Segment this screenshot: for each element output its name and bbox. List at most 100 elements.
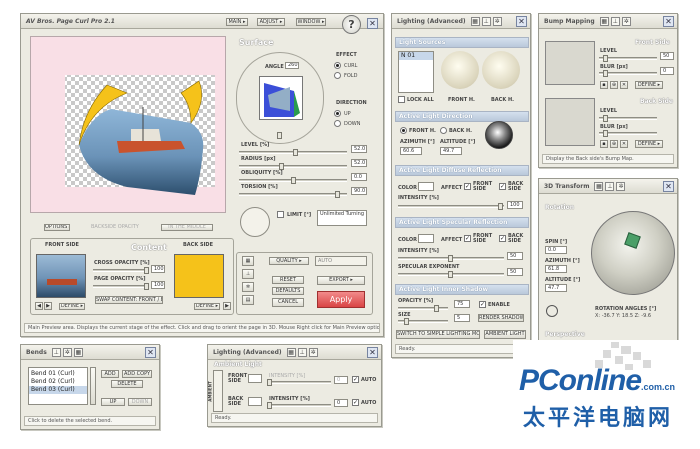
bump-back-blur-slider[interactable]: [599, 130, 657, 137]
transform-close-icon[interactable]: ✕: [663, 181, 674, 192]
bump-front-blur-knob[interactable]: [603, 70, 608, 77]
bump-back-define-button[interactable]: DEFINE ▸: [635, 140, 663, 148]
front-side-thumbnail[interactable]: [36, 254, 86, 298]
ambient-panel-icon-a[interactable]: ▦: [286, 347, 296, 357]
cross-opacity-slider[interactable]: [93, 267, 149, 274]
defaults-button[interactable]: DEFAULTS: [272, 287, 304, 295]
panel-icon-a[interactable]: ▦: [470, 16, 480, 26]
altitude-field[interactable]: 49.7: [440, 147, 462, 155]
ambient-back-swatch[interactable]: [248, 397, 262, 406]
panel-icon-c[interactable]: ✲: [492, 16, 502, 26]
direction-front-radio[interactable]: [400, 127, 407, 134]
page-opacity-slider[interactable]: [93, 283, 149, 290]
bump-front-icon-b[interactable]: ⊕: [610, 81, 618, 89]
ambient-titlebar[interactable]: Lighting (Advanced) ▦ ⊥ ✲: [208, 345, 381, 360]
bump-back-map[interactable]: [545, 98, 595, 146]
bend-item-3[interactable]: Bend 03 (Curl): [29, 386, 87, 394]
bump-front-define-button[interactable]: DEFINE ▸: [635, 81, 663, 89]
swap-content-button[interactable]: SWAP CONTENT: FRONT / BACK: [95, 296, 163, 304]
shadow-size-knob[interactable]: [404, 318, 409, 325]
specular-intensity-knob[interactable]: [448, 255, 453, 262]
bump-front-level-slider[interactable]: [599, 55, 657, 62]
obliquity-slider-knob[interactable]: [291, 177, 296, 184]
radius-field[interactable]: 52.0: [351, 159, 367, 167]
radius-slider-knob[interactable]: [279, 163, 284, 170]
close-icon[interactable]: ✕: [367, 18, 378, 29]
angle-dial-handle[interactable]: [277, 132, 282, 139]
tool-grid-icon[interactable]: ▦: [242, 256, 254, 266]
radius-slider[interactable]: [239, 163, 347, 170]
specular-exponent-field[interactable]: 50: [507, 268, 523, 276]
ambient-front-intensity-slider[interactable]: [267, 379, 331, 386]
light-sources-list[interactable]: N 01: [398, 51, 434, 93]
cross-opacity-knob[interactable]: [144, 267, 149, 274]
front-hemisphere-ball[interactable]: [441, 51, 479, 89]
main-titlebar[interactable]: AV Bros. Page Curl Pro 2.1: [21, 14, 383, 29]
bends-panel-icon-a[interactable]: ⊥: [51, 347, 61, 357]
bump-titlebar[interactable]: Bump Mapping ▦ ⊥ ✲: [539, 14, 677, 29]
bump-front-blur-field[interactable]: 0: [660, 67, 674, 75]
diffuse-intensity-knob[interactable]: [498, 203, 503, 210]
angle-field[interactable]: 260: [285, 62, 299, 69]
direction-down-radio[interactable]: [334, 120, 341, 127]
ambient-panel-icon-c[interactable]: ✲: [308, 347, 318, 357]
level-slider-knob[interactable]: [293, 149, 298, 156]
bends-scrollbar[interactable]: [90, 367, 96, 405]
obliquity-field[interactable]: 0.0: [351, 173, 367, 181]
ambient-front-intensity-knob[interactable]: [267, 379, 272, 386]
transform-azimuth-field[interactable]: 61.8: [545, 265, 567, 273]
shadow-opacity-slider[interactable]: [398, 305, 448, 312]
level-field[interactable]: 52.0: [351, 145, 367, 153]
bump-front-blur-slider[interactable]: [599, 70, 657, 77]
target-icon[interactable]: [546, 305, 558, 317]
effect-curl-radio[interactable]: [334, 62, 341, 69]
menu-adjust[interactable]: ADJUST ▸: [257, 18, 285, 26]
bends-titlebar[interactable]: Bends ⊥ ✲ ▦: [21, 345, 159, 360]
bump-front-icon-c[interactable]: ✕: [620, 81, 628, 89]
bends-list[interactable]: Bend 01 (Curl) Bend 02 (Curl) Bend 03 (C…: [28, 367, 88, 405]
transform-panel-icon-a[interactable]: ▦: [594, 181, 604, 191]
diffuse-color-swatch[interactable]: [418, 182, 434, 191]
specular-color-swatch[interactable]: [418, 234, 434, 243]
rotation-trackball[interactable]: [591, 211, 675, 295]
direction-up-radio[interactable]: [334, 110, 341, 117]
back-next-button[interactable]: ▶: [223, 302, 231, 310]
obliquity-slider[interactable]: [239, 177, 347, 184]
bump-back-icon-a[interactable]: ▪: [600, 140, 608, 148]
switch-simple-mode-button[interactable]: SWITCH TO SIMPLE LIGHTING MODE: [396, 330, 480, 339]
diffuse-intensity-field[interactable]: 100: [507, 201, 523, 209]
ambient-front-auto-checkbox[interactable]: ✓: [352, 376, 359, 383]
cross-opacity-field[interactable]: 100: [151, 265, 165, 273]
torsion-slider[interactable]: [239, 191, 347, 198]
diffuse-front-checkbox[interactable]: ✓: [464, 183, 471, 190]
specular-exponent-slider[interactable]: [398, 271, 504, 278]
bend-item-2[interactable]: Bend 02 (Curl): [29, 378, 87, 386]
back-side-thumbnail[interactable]: [174, 254, 224, 298]
diffuse-back-checkbox[interactable]: ✓: [499, 183, 506, 190]
bump-front-level-field[interactable]: 50: [660, 52, 674, 60]
front-define-button[interactable]: DEFINE ▸: [59, 303, 85, 310]
shadow-size-field[interactable]: 5: [454, 314, 470, 322]
torsion-slider-knob[interactable]: [335, 191, 340, 198]
page-opacity-field[interactable]: 100: [151, 281, 165, 289]
main-preview-area[interactable]: [30, 36, 226, 213]
bend-item-1[interactable]: Bend 01 (Curl): [29, 370, 87, 378]
lighting-titlebar[interactable]: Lighting (Advanced) ▦ ⊥ ✲: [392, 14, 530, 29]
ambient-front-swatch[interactable]: [248, 374, 262, 383]
tool-chart-icon[interactable]: ⊥: [242, 269, 254, 279]
cancel-button[interactable]: CANCEL: [272, 298, 304, 307]
bump-front-icon-a[interactable]: ▪: [600, 81, 608, 89]
bump-front-map[interactable]: [545, 41, 595, 85]
tool-light-icon[interactable]: ✲: [242, 282, 254, 292]
in-the-middle-button[interactable]: IN THE MIDDLE: [161, 224, 213, 231]
bump-panel-icon-b[interactable]: ⊥: [610, 16, 620, 26]
bend-down-button[interactable]: DOWN: [128, 398, 152, 406]
transform-altitude-field[interactable]: 47.7: [545, 284, 567, 292]
ambient-back-intensity-slider[interactable]: [267, 402, 331, 409]
back-hemisphere-ball[interactable]: [482, 51, 520, 89]
ambient-light-button[interactable]: AMBIENT LIGHT: [484, 330, 526, 339]
enable-shadow-checkbox[interactable]: ✓: [479, 301, 486, 308]
spin-field[interactable]: 0.0: [545, 246, 567, 254]
transform-panel-icon-b[interactable]: ⊥: [605, 181, 615, 191]
ambient-panel-icon-b[interactable]: ⊥: [297, 347, 307, 357]
